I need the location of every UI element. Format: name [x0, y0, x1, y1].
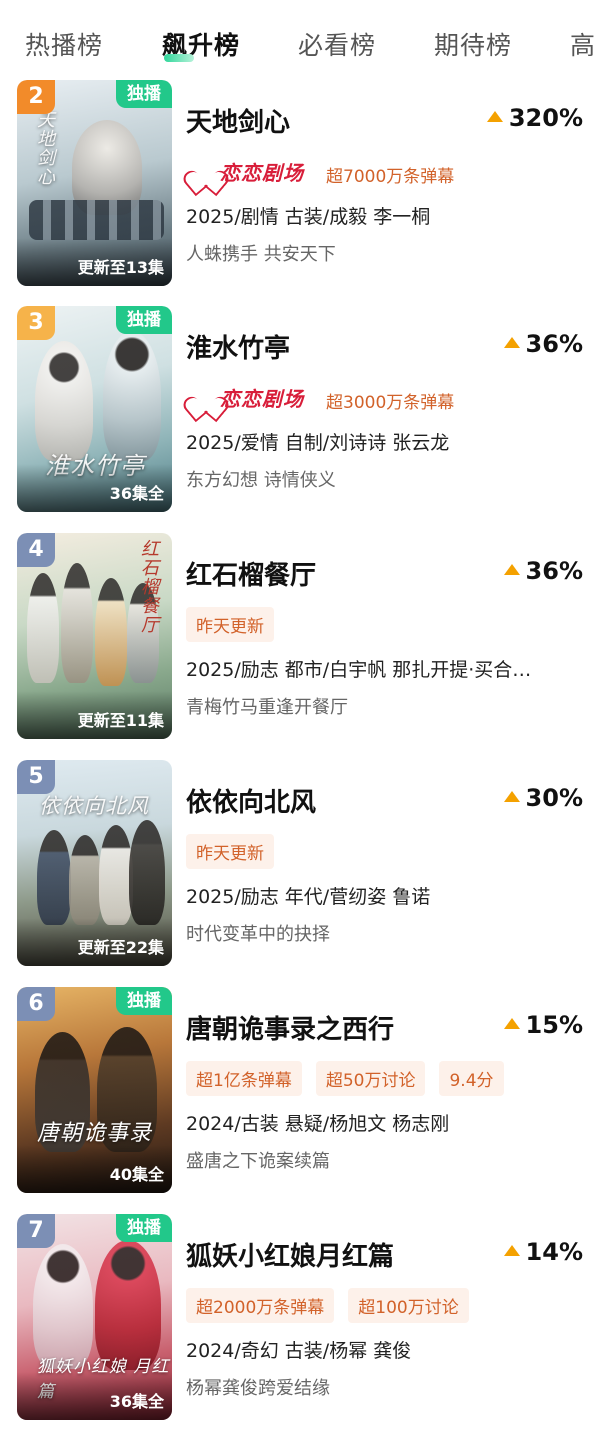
episode-status: 36集全: [109, 1392, 164, 1411]
poster-image[interactable]: 狐妖小红娘 月红篇 7 独播 36集全: [17, 1214, 172, 1420]
poster-image[interactable]: 唐朝诡事录 6 独播 40集全: [17, 987, 172, 1193]
episode-status: 更新至13集: [77, 258, 164, 277]
danmu-count: 超7000万条弹幕: [326, 167, 455, 187]
danmu-tag: 超2000万条弹幕: [186, 1287, 335, 1323]
drama-title[interactable]: 依依向北风: [186, 782, 316, 819]
poster-calligraphy: 依依向北风: [39, 794, 149, 818]
poster-calligraphy: 唐朝诡事录: [37, 1121, 153, 1146]
poster-image[interactable]: 依依向北风 5 更新至22集: [17, 760, 172, 966]
trend-up-triangle-icon: [503, 564, 520, 575]
drama-description: 杨幂龚俊跨爱结缘: [186, 1378, 330, 1399]
drama-description: 东方幻想 诗情侠义: [186, 470, 336, 491]
trend-value: 36%: [503, 557, 583, 585]
trend-value: 30%: [503, 784, 583, 812]
drama-description: 人蛛携手 共安天下: [186, 244, 336, 265]
trend-value: 36%: [503, 330, 583, 358]
trend-value: 14%: [503, 1238, 583, 1266]
update-tag: 昨天更新: [186, 833, 274, 869]
drama-meta: 2024/古装 悬疑/杨旭文 杨志刚: [186, 1113, 450, 1135]
heart-logo-icon: [192, 160, 218, 182]
rank-badge: 2: [17, 80, 55, 114]
rank-badge: 3: [17, 306, 55, 340]
poster-image[interactable]: 红石榴餐厅 4 更新至11集: [17, 533, 172, 739]
drama-title[interactable]: 淮水竹亭: [186, 328, 290, 365]
tab-hot[interactable]: 热播榜: [25, 26, 103, 62]
drama-description: 时代变革中的抉择: [186, 924, 330, 945]
trend-up-triangle-icon: [503, 791, 520, 802]
drama-title[interactable]: 唐朝诡事录之西行: [186, 1009, 394, 1046]
exclusive-badge: 独播: [116, 1214, 172, 1242]
drama-title[interactable]: 红石榴餐厅: [186, 555, 316, 592]
rank-badge: 7: [17, 1214, 55, 1248]
tab-must-watch[interactable]: 必看榜: [298, 26, 376, 62]
tag-row: 超1亿条弹幕 超50万讨论 9.4分: [186, 1060, 504, 1096]
score-tag: 9.4分: [439, 1060, 504, 1096]
poster-calligraphy: 红石榴餐厅: [138, 539, 159, 634]
discussion-tag: 超100万讨论: [348, 1287, 469, 1323]
drama-title[interactable]: 狐妖小红娘月红篇: [186, 1236, 394, 1273]
episode-status: 更新至22集: [77, 938, 164, 957]
exclusive-badge: 独播: [116, 306, 172, 334]
ranking-tabs: 热播榜 飙升榜 必看榜 期待榜 高: [0, 0, 600, 80]
drama-description: 青梅竹马重逢开餐厅: [186, 697, 348, 718]
list-item[interactable]: 淮水竹亭 3 独播 36集全 淮水竹亭 36% 恋恋剧场 超3000万条弹幕 2…: [0, 306, 600, 518]
drama-meta: 2024/奇幻 古装/杨幂 龚俊: [186, 1340, 412, 1362]
drama-title[interactable]: 天地剑心: [186, 102, 290, 139]
poster-calligraphy: 天地剑心: [34, 110, 55, 186]
drama-meta: 2025/励志 年代/菅纫姿 鲁诺: [186, 886, 431, 908]
list-item[interactable]: 狐妖小红娘 月红篇 7 独播 36集全 狐妖小红娘月红篇 14% 超2000万条…: [0, 1214, 600, 1426]
heart-logo-icon: [192, 386, 218, 408]
rank-badge: 6: [17, 987, 55, 1021]
drama-meta: 2025/剧情 古装/成毅 李一桐: [186, 206, 431, 228]
trend-value: 15%: [503, 1011, 583, 1039]
tag-row: 昨天更新: [186, 606, 274, 642]
drama-meta: 2025/励志 都市/白宇帆 那扎开提·买合…: [186, 659, 532, 681]
danmu-count: 超3000万条弹幕: [326, 393, 455, 413]
update-tag: 昨天更新: [186, 606, 274, 642]
episode-status: 40集全: [109, 1165, 164, 1184]
episode-status: 36集全: [109, 484, 164, 503]
list-item[interactable]: 依依向北风 5 更新至22集 依依向北风 30% 昨天更新 2025/励志 年代…: [0, 760, 600, 972]
episode-status: 更新至11集: [77, 711, 164, 730]
trend-value: 320%: [486, 104, 583, 132]
rank-badge: 5: [17, 760, 55, 794]
tag-row: 超2000万条弹幕 超100万讨论: [186, 1287, 469, 1323]
platform-logo: 恋恋剧场: [192, 380, 304, 414]
list-item[interactable]: 天地剑心 2 独播 更新至13集 天地剑心 320% 恋恋剧场 超7000万条弹…: [0, 80, 600, 292]
trend-up-triangle-icon: [503, 337, 520, 348]
tag-row: 昨天更新: [186, 833, 274, 869]
trend-up-triangle-icon: [486, 111, 503, 122]
exclusive-badge: 独播: [116, 987, 172, 1015]
poster-image[interactable]: 天地剑心 2 独播 更新至13集: [17, 80, 172, 286]
drama-description: 盛唐之下诡案续篇: [186, 1151, 330, 1172]
tab-anticipated[interactable]: 期待榜: [434, 26, 512, 62]
platform-logo: 恋恋剧场: [192, 154, 304, 188]
danmu-tag: 超1亿条弹幕: [186, 1060, 302, 1096]
discussion-tag: 超50万讨论: [315, 1060, 426, 1096]
rank-badge: 4: [17, 533, 55, 567]
list-item[interactable]: 唐朝诡事录 6 独播 40集全 唐朝诡事录之西行 15% 超1亿条弹幕 超50万…: [0, 987, 600, 1199]
list-item[interactable]: 红石榴餐厅 4 更新至11集 红石榴餐厅 36% 昨天更新 2025/励志 都市…: [0, 533, 600, 745]
drama-meta: 2025/爱情 自制/刘诗诗 张云龙: [186, 432, 450, 454]
trend-up-triangle-icon: [503, 1018, 520, 1029]
exclusive-badge: 独播: [116, 80, 172, 108]
active-tab-indicator: [164, 54, 194, 62]
poster-image[interactable]: 淮水竹亭 3 独播 36集全: [17, 306, 172, 512]
tab-high[interactable]: 高: [570, 26, 596, 62]
trend-up-triangle-icon: [503, 1245, 520, 1256]
